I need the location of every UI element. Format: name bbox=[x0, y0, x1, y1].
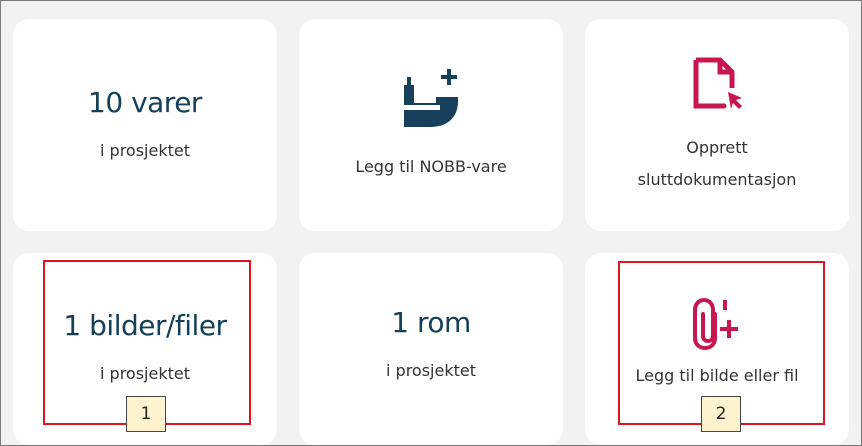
rooms-count-caption: i prosjektet bbox=[386, 361, 476, 380]
add-nobb-product-card[interactable]: Legg til NOBB-vare bbox=[299, 19, 563, 231]
create-documentation-card[interactable]: Opprett sluttdokumentasjon bbox=[585, 19, 849, 231]
paperclip-add-icon bbox=[693, 297, 741, 354]
document-cursor-icon bbox=[690, 54, 744, 118]
items-count-caption: i prosjektet bbox=[100, 141, 190, 160]
files-count-caption: i prosjektet bbox=[100, 364, 190, 383]
items-count: 10 varer bbox=[88, 86, 202, 119]
add-nobb-product-label: Legg til NOBB-vare bbox=[355, 157, 507, 176]
annotation-marker-1: 1 bbox=[126, 396, 166, 432]
create-documentation-line1: Opprett bbox=[686, 138, 748, 157]
files-count: 1 bilder/filer bbox=[63, 309, 227, 342]
annotation-marker-2: 2 bbox=[701, 396, 741, 432]
create-documentation-line2: sluttdokumentasjon bbox=[637, 170, 797, 189]
items-count-card[interactable]: 10 varer i prosjektet bbox=[13, 19, 277, 231]
add-file-label: Legg til bilde eller fil bbox=[635, 366, 799, 385]
rooms-count: 1 rom bbox=[391, 306, 471, 339]
add-nobb-product-icon bbox=[400, 67, 462, 131]
dashboard-panel: 10 varer i prosjektet Legg til NOBB-vare… bbox=[0, 0, 862, 446]
rooms-count-card[interactable]: 1 rom i prosjektet bbox=[299, 253, 563, 445]
